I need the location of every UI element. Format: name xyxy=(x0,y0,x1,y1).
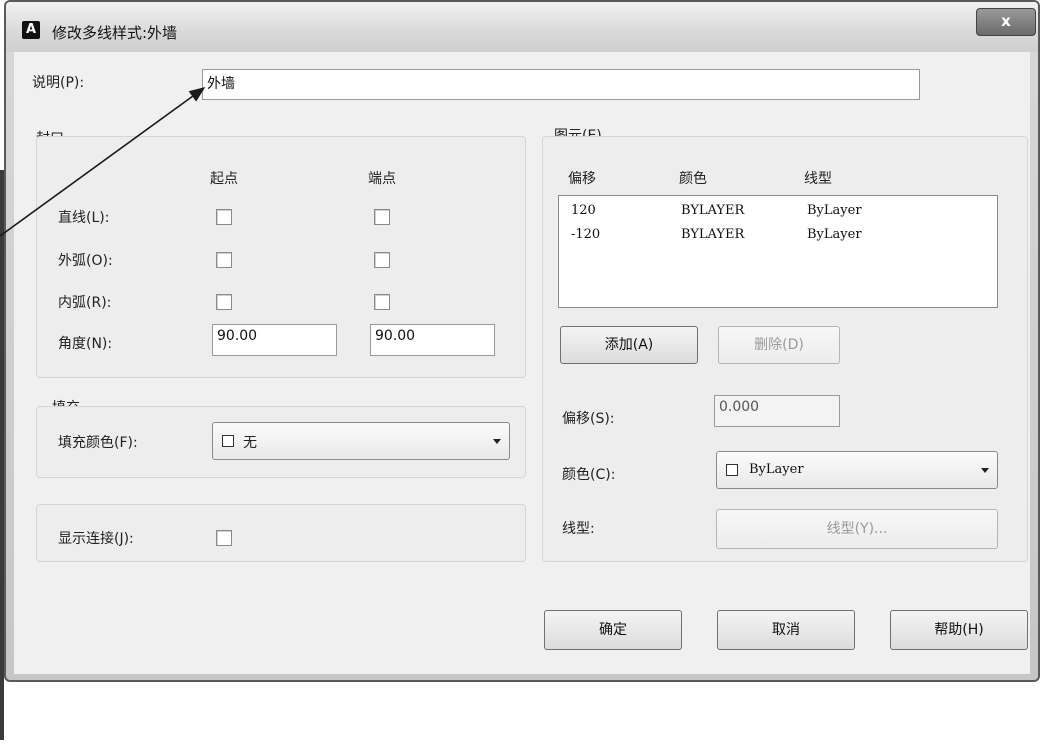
annotation-arrow-icon xyxy=(0,87,206,237)
